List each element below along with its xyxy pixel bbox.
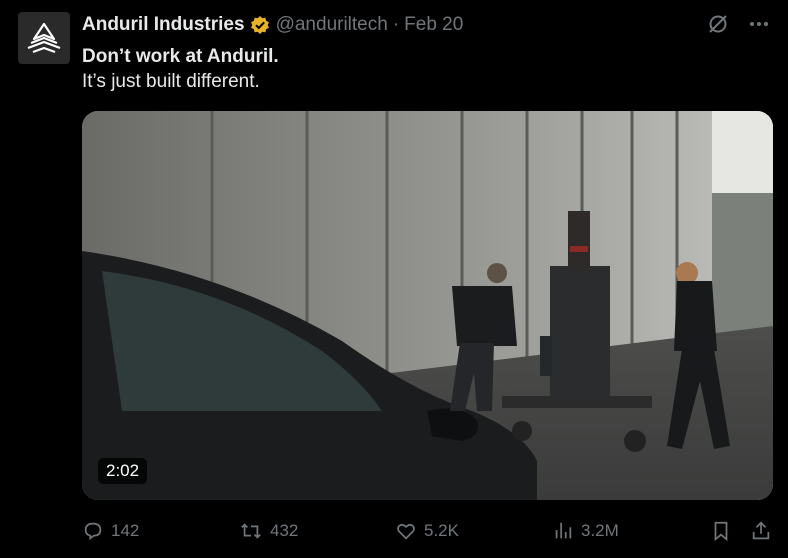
bookmark-button[interactable] xyxy=(710,514,732,548)
post-header: Anduril Industries @anduriltech · Feb 20 xyxy=(82,13,768,37)
like-count: 5.2K xyxy=(424,521,459,540)
anduril-logo-icon xyxy=(27,22,61,54)
more-icon[interactable] xyxy=(748,13,770,35)
repost-count: 432 xyxy=(270,521,299,540)
post-text-line-2: It’s just built different. xyxy=(82,71,260,92)
post-text: Don’t work at Anduril. It’s just built d… xyxy=(82,44,279,94)
separator-dot: · xyxy=(392,14,400,35)
reply-button[interactable]: 142 xyxy=(82,514,139,548)
post-date[interactable]: Feb 20 xyxy=(404,14,463,36)
post-text-line-1: Don’t work at Anduril. xyxy=(82,46,279,67)
reply-count: 142 xyxy=(111,521,140,540)
views-icon xyxy=(555,522,572,539)
like-button[interactable]: 5.2K xyxy=(395,514,459,548)
video-player[interactable]: 2:02 xyxy=(82,111,773,500)
share-button[interactable] xyxy=(750,514,772,548)
views-count: 3.2M xyxy=(581,521,619,540)
like-icon xyxy=(397,523,415,540)
author-name[interactable]: Anduril Industries xyxy=(82,14,245,36)
reply-icon xyxy=(84,522,102,541)
action-bar: 142 432 5.2K 3.2M xyxy=(82,514,777,548)
video-duration: 2:02 xyxy=(98,458,148,484)
author-handle[interactable]: @anduriltech xyxy=(276,14,388,36)
verified-badge-icon[interactable] xyxy=(250,15,270,35)
top-actions xyxy=(706,12,770,36)
grok-icon[interactable] xyxy=(706,12,730,36)
bookmark-icon xyxy=(714,521,728,542)
avatar[interactable] xyxy=(18,12,70,64)
repost-icon xyxy=(241,523,261,539)
video-frame xyxy=(82,111,773,500)
repost-button[interactable]: 432 xyxy=(239,514,298,548)
views-button[interactable]: 3.2M xyxy=(552,514,619,548)
share-icon xyxy=(752,521,770,540)
